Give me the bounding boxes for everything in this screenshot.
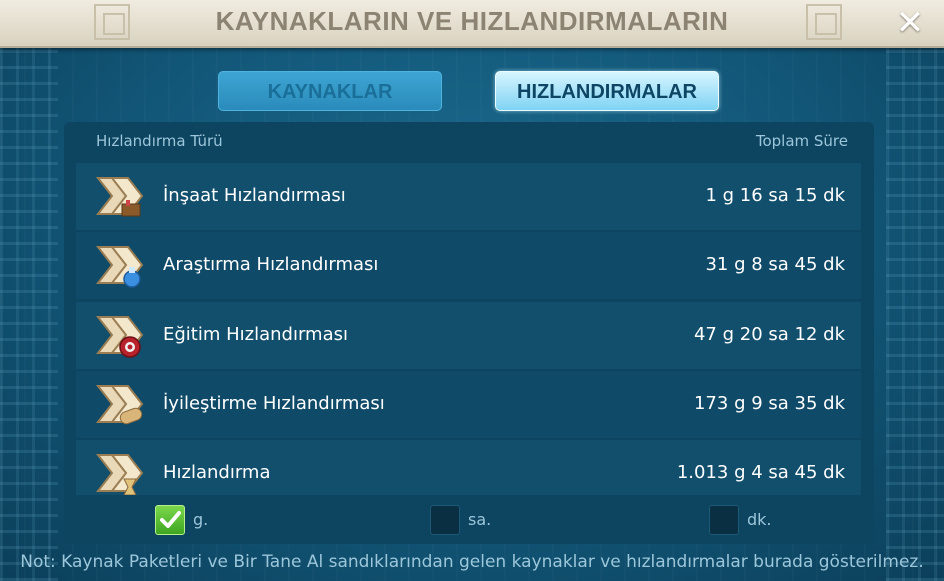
list-item: Hızlandırma 1.013 g 4 sa 45 dk (76, 440, 861, 495)
footnote-text: Not: Kaynak Paketleri ve Bir Tane Al san… (20, 552, 924, 572)
speedup-name: Eğitim Hızlandırması (163, 324, 348, 345)
speedup-total: 173 g 9 sa 35 dk (693, 393, 845, 414)
column-header-type: Hızlandırma Türü (96, 132, 223, 150)
training-speedup-icon (95, 316, 144, 358)
research-speedup-icon (95, 246, 144, 288)
speedup-name: Hızlandırma (163, 462, 271, 483)
speedup-name: İnşaat Hızlandırması (163, 185, 346, 206)
minutes-checkbox[interactable] (709, 505, 739, 535)
speedup-total: 31 g 8 sa 45 dk (705, 254, 845, 275)
title-bar: KAYNAKLARIN VE HIZLANDIRMALARIN ✕ (0, 0, 944, 48)
speedup-total: 47 g 20 sa 12 dk (693, 324, 845, 345)
column-header-total: Toplam Süre (755, 132, 848, 150)
tab-speedups[interactable]: HIZLANDIRMALAR (495, 71, 719, 111)
speedup-name: Araştırma Hızlandırması (163, 254, 379, 275)
construction-speedup-icon (95, 177, 144, 217)
hours-label: sa. (468, 510, 492, 529)
dialog-title: KAYNAKLARIN VE HIZLANDIRMALARIN (215, 6, 729, 36)
right-border-pattern (886, 48, 944, 581)
list-item: Eğitim Hızlandırması 47 g 20 sa 12 dk (76, 302, 861, 369)
universal-speedup-icon (95, 454, 144, 495)
minutes-label: dk. (747, 510, 772, 529)
tab-resources[interactable]: KAYNAKLAR (218, 71, 442, 111)
days-label: g. (193, 510, 209, 529)
healing-speedup-icon (95, 385, 144, 425)
speedup-total: 1 g 16 sa 15 dk (705, 185, 845, 206)
speedup-name: İyileştirme Hızlandırması (163, 393, 385, 414)
left-border-pattern (0, 48, 58, 581)
list-item: İnşaat Hızlandırması 1 g 16 sa 15 dk (76, 163, 861, 230)
checkmark-icon (160, 511, 181, 528)
list-item: Araştırma Hızlandırması 31 g 8 sa 45 dk (76, 232, 861, 299)
speedup-list[interactable]: İnşaat Hızlandırması 1 g 16 sa 15 dk Ara… (76, 163, 861, 495)
hours-checkbox[interactable] (430, 505, 460, 535)
speedup-total: 1.013 g 4 sa 45 dk (676, 462, 845, 483)
close-icon[interactable]: ✕ (892, 6, 928, 40)
list-item: İyileştirme Hızlandırması 173 g 9 sa 35 … (76, 371, 861, 438)
days-checkbox[interactable] (155, 505, 185, 535)
